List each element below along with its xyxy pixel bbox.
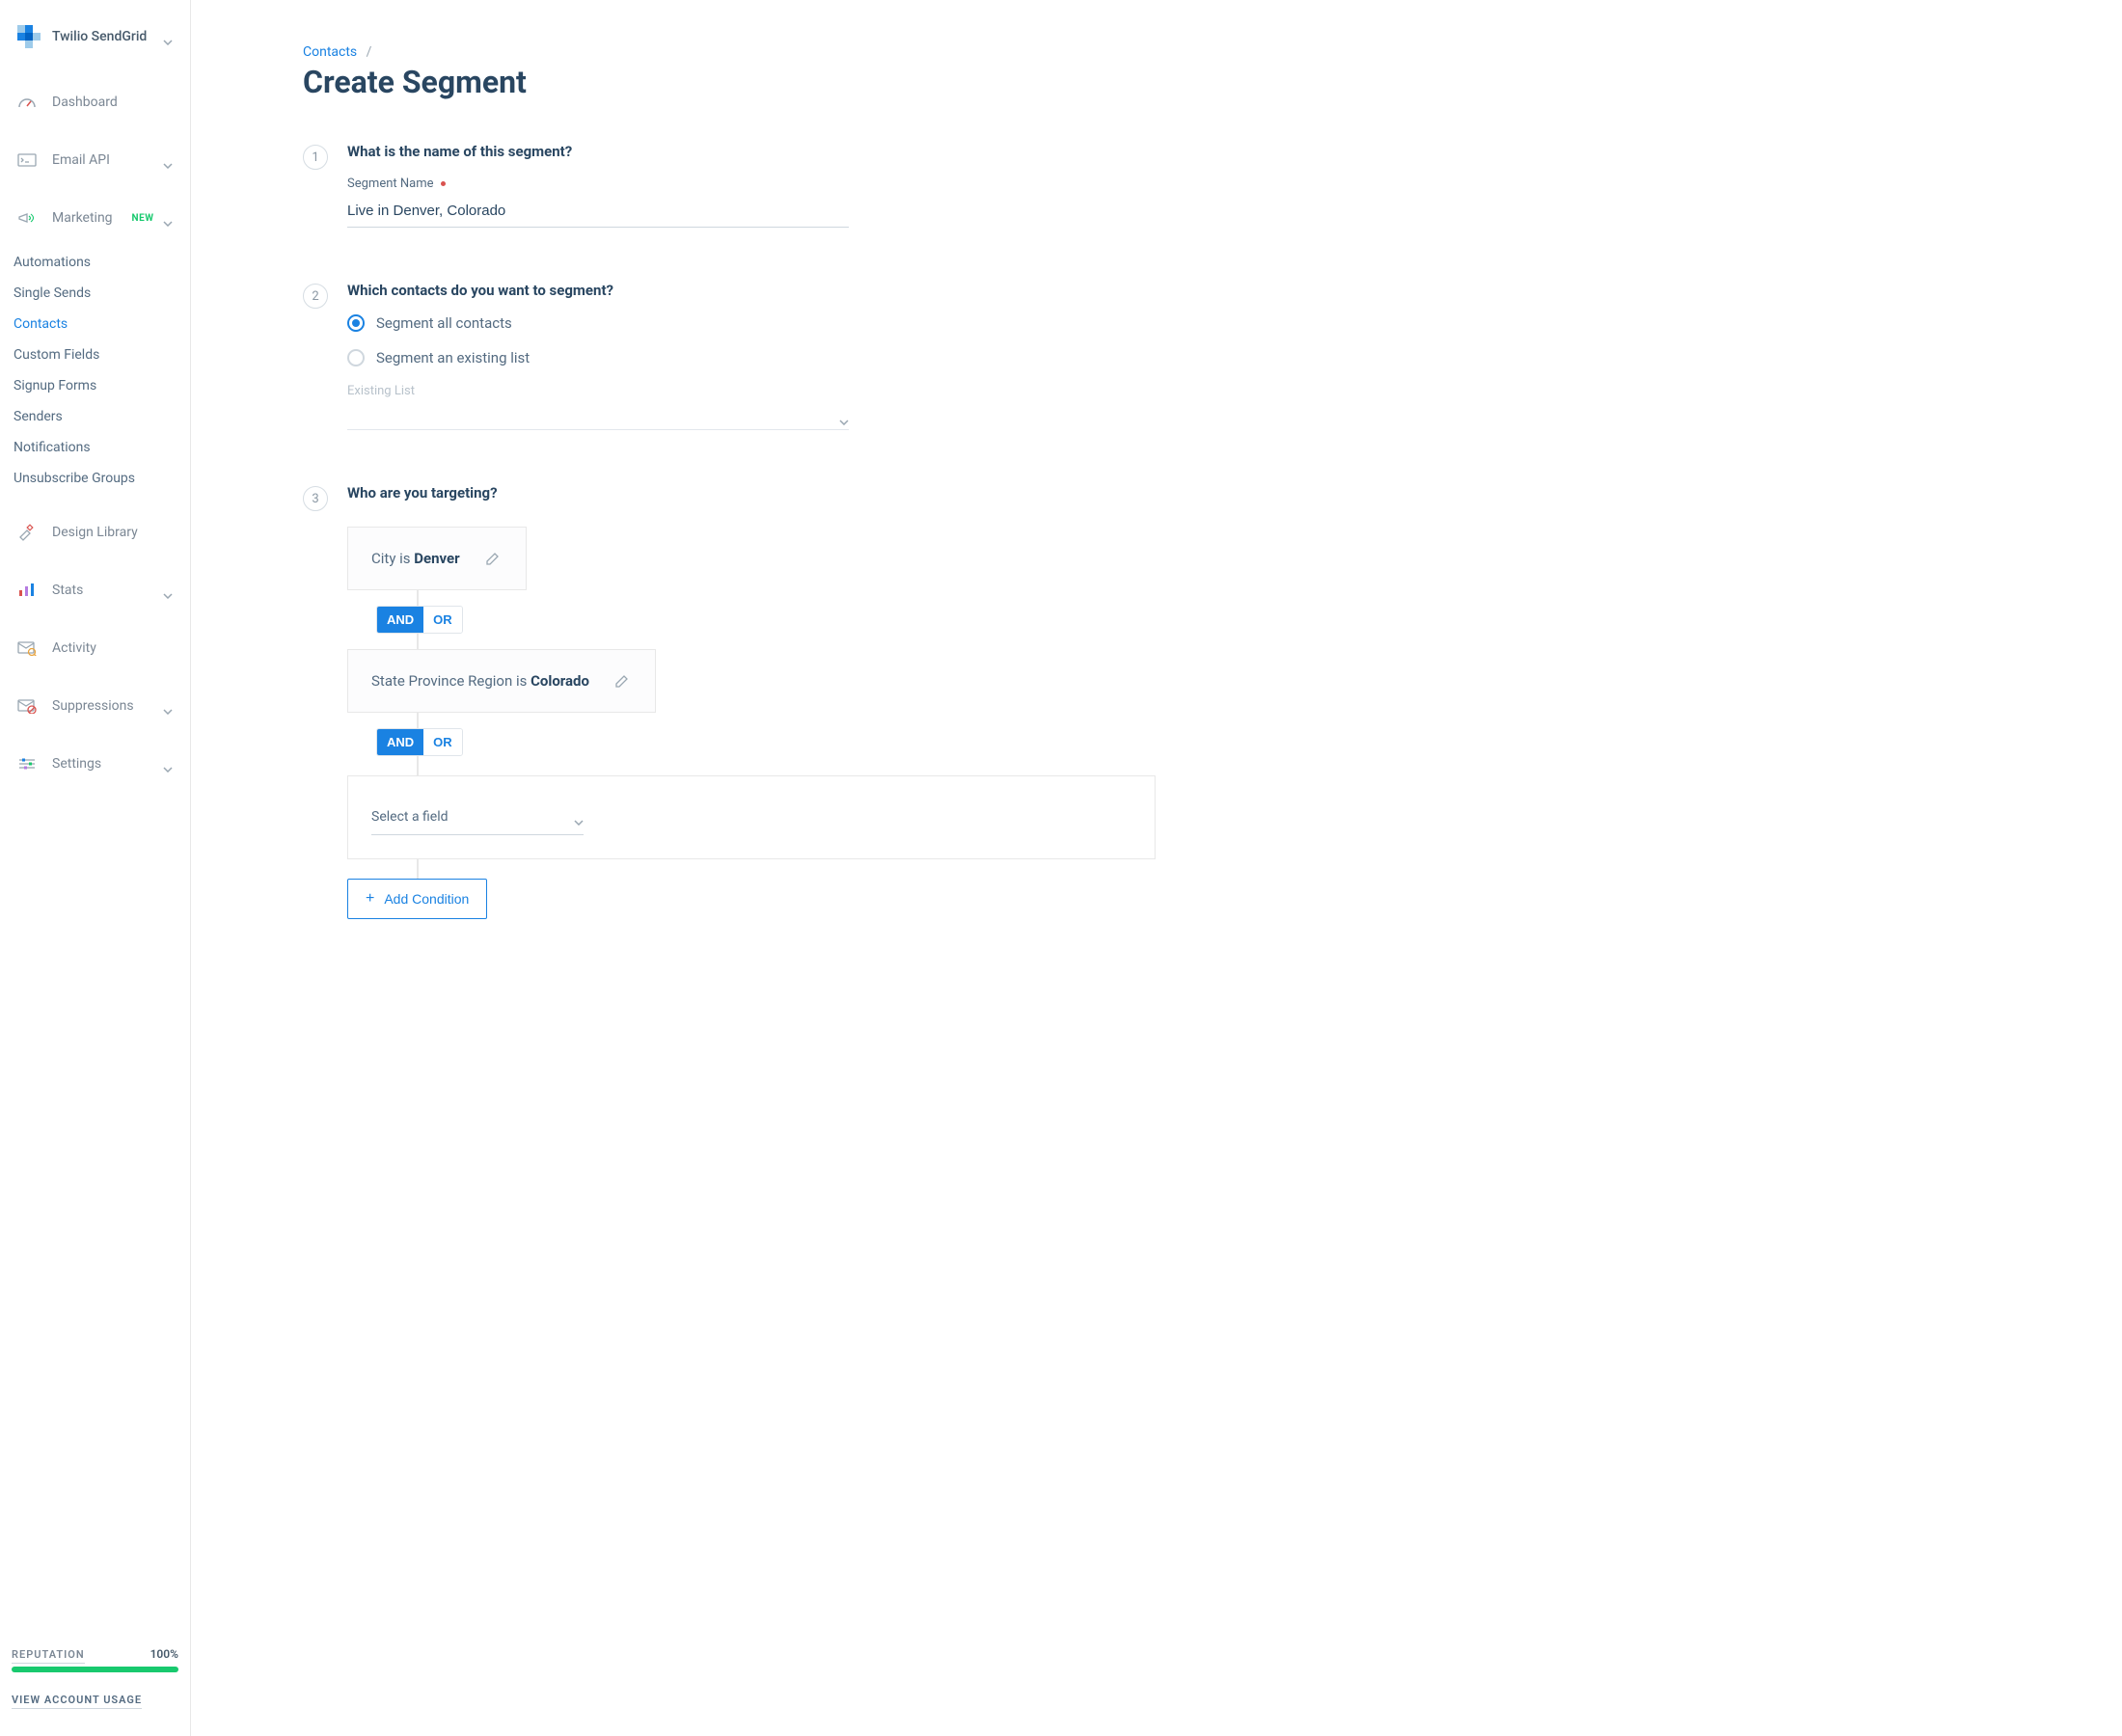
chevron-down-icon	[163, 215, 173, 221]
subnav-custom-fields[interactable]: Custom Fields	[14, 339, 190, 370]
nav-marketing[interactable]: Marketing NEW	[0, 189, 190, 247]
nav-label: Settings	[52, 756, 101, 772]
and-button[interactable]: AND	[377, 729, 423, 755]
megaphone-icon	[17, 210, 37, 226]
or-button[interactable]: OR	[423, 729, 462, 755]
chevron-down-icon	[163, 761, 173, 767]
nav-label: Stats	[52, 583, 83, 598]
nav-label: Activity	[52, 640, 96, 656]
nav-stats[interactable]: Stats	[0, 561, 190, 619]
connector-line	[417, 634, 419, 649]
radio-segment-all[interactable]	[347, 314, 365, 332]
activity-icon	[17, 640, 37, 656]
select-field-dropdown[interactable]: Select a field	[371, 800, 584, 835]
and-button[interactable]: AND	[377, 607, 423, 633]
nav-email-api[interactable]: Email API	[0, 131, 190, 189]
radio-label: Segment an existing list	[376, 349, 530, 366]
step-1: 1 What is the name of this segment? Segm…	[303, 143, 1156, 228]
step-title: Who are you targeting?	[347, 484, 1156, 502]
edit-condition-button[interactable]	[612, 671, 632, 691]
sliders-icon	[17, 756, 37, 772]
nav-label: Dashboard	[52, 95, 118, 110]
step-number: 3	[303, 486, 328, 511]
nav-label: Design Library	[52, 525, 138, 540]
view-account-usage-link[interactable]: VIEW ACCOUNT USAGE	[12, 1694, 142, 1709]
pencil-icon	[614, 673, 630, 689]
and-or-toggle: AND OR	[376, 728, 463, 756]
step-title: Which contacts do you want to segment?	[347, 282, 1156, 299]
reputation-bar	[12, 1667, 178, 1672]
nav-settings[interactable]: Settings	[0, 735, 190, 793]
chevron-down-icon	[574, 814, 584, 820]
sidebar-footer: REPUTATION 100% VIEW ACCOUNT USAGE	[0, 1638, 190, 1719]
marketing-subnav: Automations Single Sends Contacts Custom…	[0, 247, 190, 503]
nav-label: Suppressions	[52, 698, 134, 714]
step-number: 1	[303, 145, 328, 170]
select-field-label: Select a field	[371, 809, 449, 825]
nav-label: Email API	[52, 152, 110, 168]
segment-name-label: Segment Name	[347, 176, 434, 191]
breadcrumb: Contacts /	[303, 44, 1156, 60]
subnav-contacts[interactable]: Contacts	[14, 309, 190, 339]
nav-activity[interactable]: Activity	[0, 619, 190, 677]
new-condition-card: Select a field	[347, 775, 1156, 859]
radio-segment-existing[interactable]	[347, 349, 365, 366]
sidebar: Twilio SendGrid Dashboard Email API	[0, 0, 191, 1736]
connector-line	[417, 590, 419, 606]
connector-line	[417, 859, 419, 879]
design-icon	[17, 525, 37, 540]
connector-line	[417, 756, 419, 775]
add-condition-button[interactable]: + Add Condition	[347, 879, 487, 919]
terminal-icon	[17, 152, 37, 168]
step-3: 3 Who are you targeting? City is Denver …	[303, 484, 1156, 919]
brand-logo-icon	[17, 25, 41, 48]
existing-list-label: Existing List	[347, 384, 1156, 398]
breadcrumb-separator: /	[367, 44, 372, 60]
condition-card: State Province Region is Colorado	[347, 649, 656, 713]
condition-text: State Province Region is Colorado	[371, 672, 589, 690]
brand-name: Twilio SendGrid	[52, 29, 147, 44]
nav-label: Marketing	[52, 210, 113, 226]
chevron-down-icon	[163, 157, 173, 163]
chevron-down-icon	[163, 587, 173, 593]
nav-dashboard[interactable]: Dashboard	[0, 73, 190, 131]
reputation-label: REPUTATION	[12, 1648, 85, 1661]
required-indicator-icon	[441, 181, 446, 186]
gauge-icon	[17, 95, 37, 110]
subnav-single-sends[interactable]: Single Sends	[14, 278, 190, 309]
radio-label: Segment all contacts	[376, 314, 512, 332]
subnav-unsubscribe-groups[interactable]: Unsubscribe Groups	[14, 463, 190, 494]
subnav-notifications[interactable]: Notifications	[14, 432, 190, 463]
or-button[interactable]: OR	[423, 607, 462, 633]
pencil-icon	[485, 551, 501, 566]
and-or-toggle: AND OR	[376, 606, 463, 634]
connector-line	[417, 713, 419, 728]
subnav-automations[interactable]: Automations	[14, 247, 190, 278]
condition-card: City is Denver	[347, 527, 527, 590]
bar-chart-icon	[17, 583, 37, 598]
plus-icon: +	[366, 891, 374, 907]
brand-switcher[interactable]: Twilio SendGrid	[0, 17, 190, 73]
add-condition-label: Add Condition	[384, 891, 469, 907]
main-content: Contacts / Create Segment 1 What is the …	[191, 0, 1156, 1736]
step-number: 2	[303, 284, 328, 309]
step-title: What is the name of this segment?	[347, 143, 1156, 160]
page-title: Create Segment	[303, 64, 1156, 100]
suppressions-icon	[17, 698, 37, 714]
edit-condition-button[interactable]	[483, 549, 503, 568]
subnav-signup-forms[interactable]: Signup Forms	[14, 370, 190, 401]
reputation-pct: 100%	[150, 1647, 178, 1661]
new-badge: NEW	[132, 213, 154, 224]
step-2: 2 Which contacts do you want to segment?…	[303, 282, 1156, 430]
existing-list-dropdown[interactable]	[347, 404, 849, 430]
chevron-down-icon	[163, 703, 173, 709]
chevron-down-icon	[839, 414, 849, 420]
nav-design-library[interactable]: Design Library	[0, 503, 190, 561]
segment-name-input[interactable]	[347, 197, 849, 228]
chevron-down-icon	[163, 34, 173, 40]
breadcrumb-contacts-link[interactable]: Contacts	[303, 44, 357, 60]
condition-text: City is Denver	[371, 550, 460, 567]
nav-suppressions[interactable]: Suppressions	[0, 677, 190, 735]
subnav-senders[interactable]: Senders	[14, 401, 190, 432]
